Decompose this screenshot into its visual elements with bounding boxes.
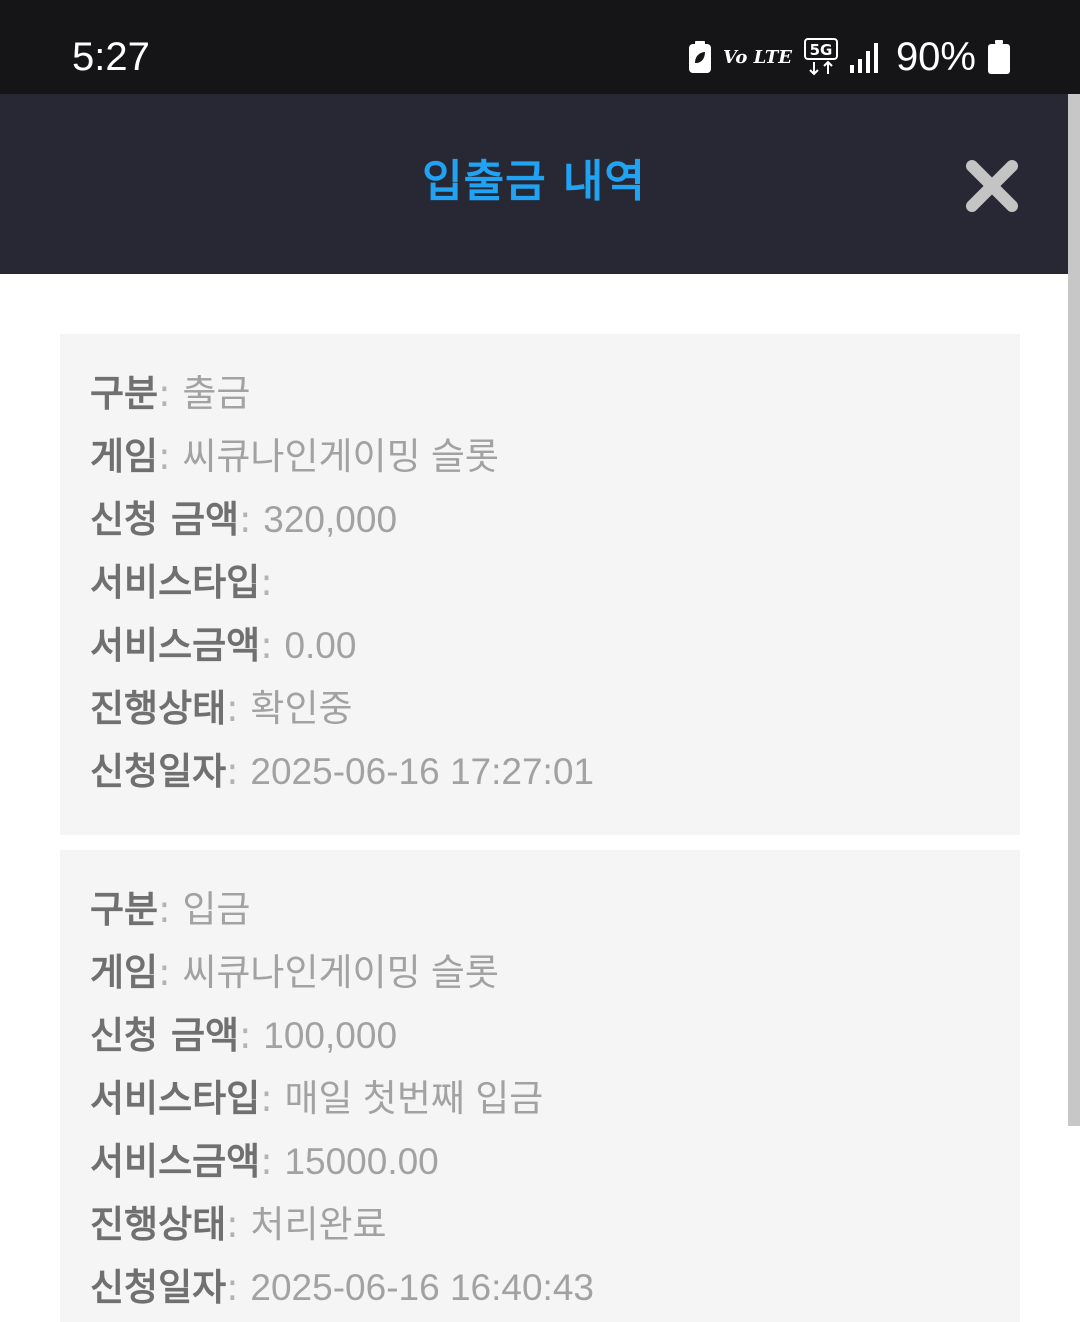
field-request-amount: 신청 금액: 100,000 — [90, 1014, 398, 1057]
field-type: 구분: 출금 — [90, 372, 251, 415]
page-title: 입출금 내역 — [422, 156, 646, 207]
field-status: 진행상태: 처리완료 — [90, 1203, 387, 1246]
transaction-card: 구분: 입금 게임: 씨큐나인게이밍 슬롯 신청 금액: 100,000 서비스… — [60, 850, 1020, 1322]
status-icons: Vo LTE 5G 90% — [689, 34, 1010, 80]
network-5g-icon: 5G — [803, 38, 838, 76]
close-button[interactable] — [966, 160, 1018, 212]
field-service-amount: 서비스금액: 0.00 — [90, 624, 357, 667]
battery-icon — [988, 40, 1010, 74]
svg-text:5G: 5G — [810, 41, 833, 59]
page-header: 입출금 내역 — [0, 94, 1068, 274]
transaction-card: 구분: 출금 게임: 씨큐나인게이밍 슬롯 신청 금액: 320,000 서비스… — [60, 334, 1020, 835]
field-type: 구분: 입금 — [90, 888, 251, 931]
status-time: 5:27 — [72, 35, 150, 79]
field-status: 진행상태: 확인중 — [90, 687, 353, 730]
scrollbar[interactable] — [1068, 94, 1080, 1126]
signal-icon — [849, 41, 880, 73]
battery-saver-icon — [689, 41, 712, 73]
volte-icon: Vo LTE — [723, 46, 792, 68]
field-request-amount: 신청 금액: 320,000 — [90, 498, 398, 541]
field-game: 게임: 씨큐나인게이밍 슬롯 — [90, 951, 499, 994]
field-service-amount: 서비스금액: 15000.00 — [90, 1140, 439, 1183]
field-request-date: 신청일자: 2025-06-16 17:27:01 — [90, 750, 594, 793]
close-x-icon[interactable] — [966, 160, 1018, 212]
field-game: 게임: 씨큐나인게이밍 슬롯 — [90, 435, 499, 478]
field-service-type: 서비스타입: 매일 첫번째 입금 — [90, 1077, 544, 1120]
battery-percent: 90% — [895, 35, 976, 79]
status-bar: 5:27 Vo LTE 5G 90% — [0, 0, 1080, 94]
field-request-date: 신청일자: 2025-06-16 16:40:43 — [90, 1266, 594, 1309]
field-service-type: 서비스타입: — [90, 561, 273, 604]
